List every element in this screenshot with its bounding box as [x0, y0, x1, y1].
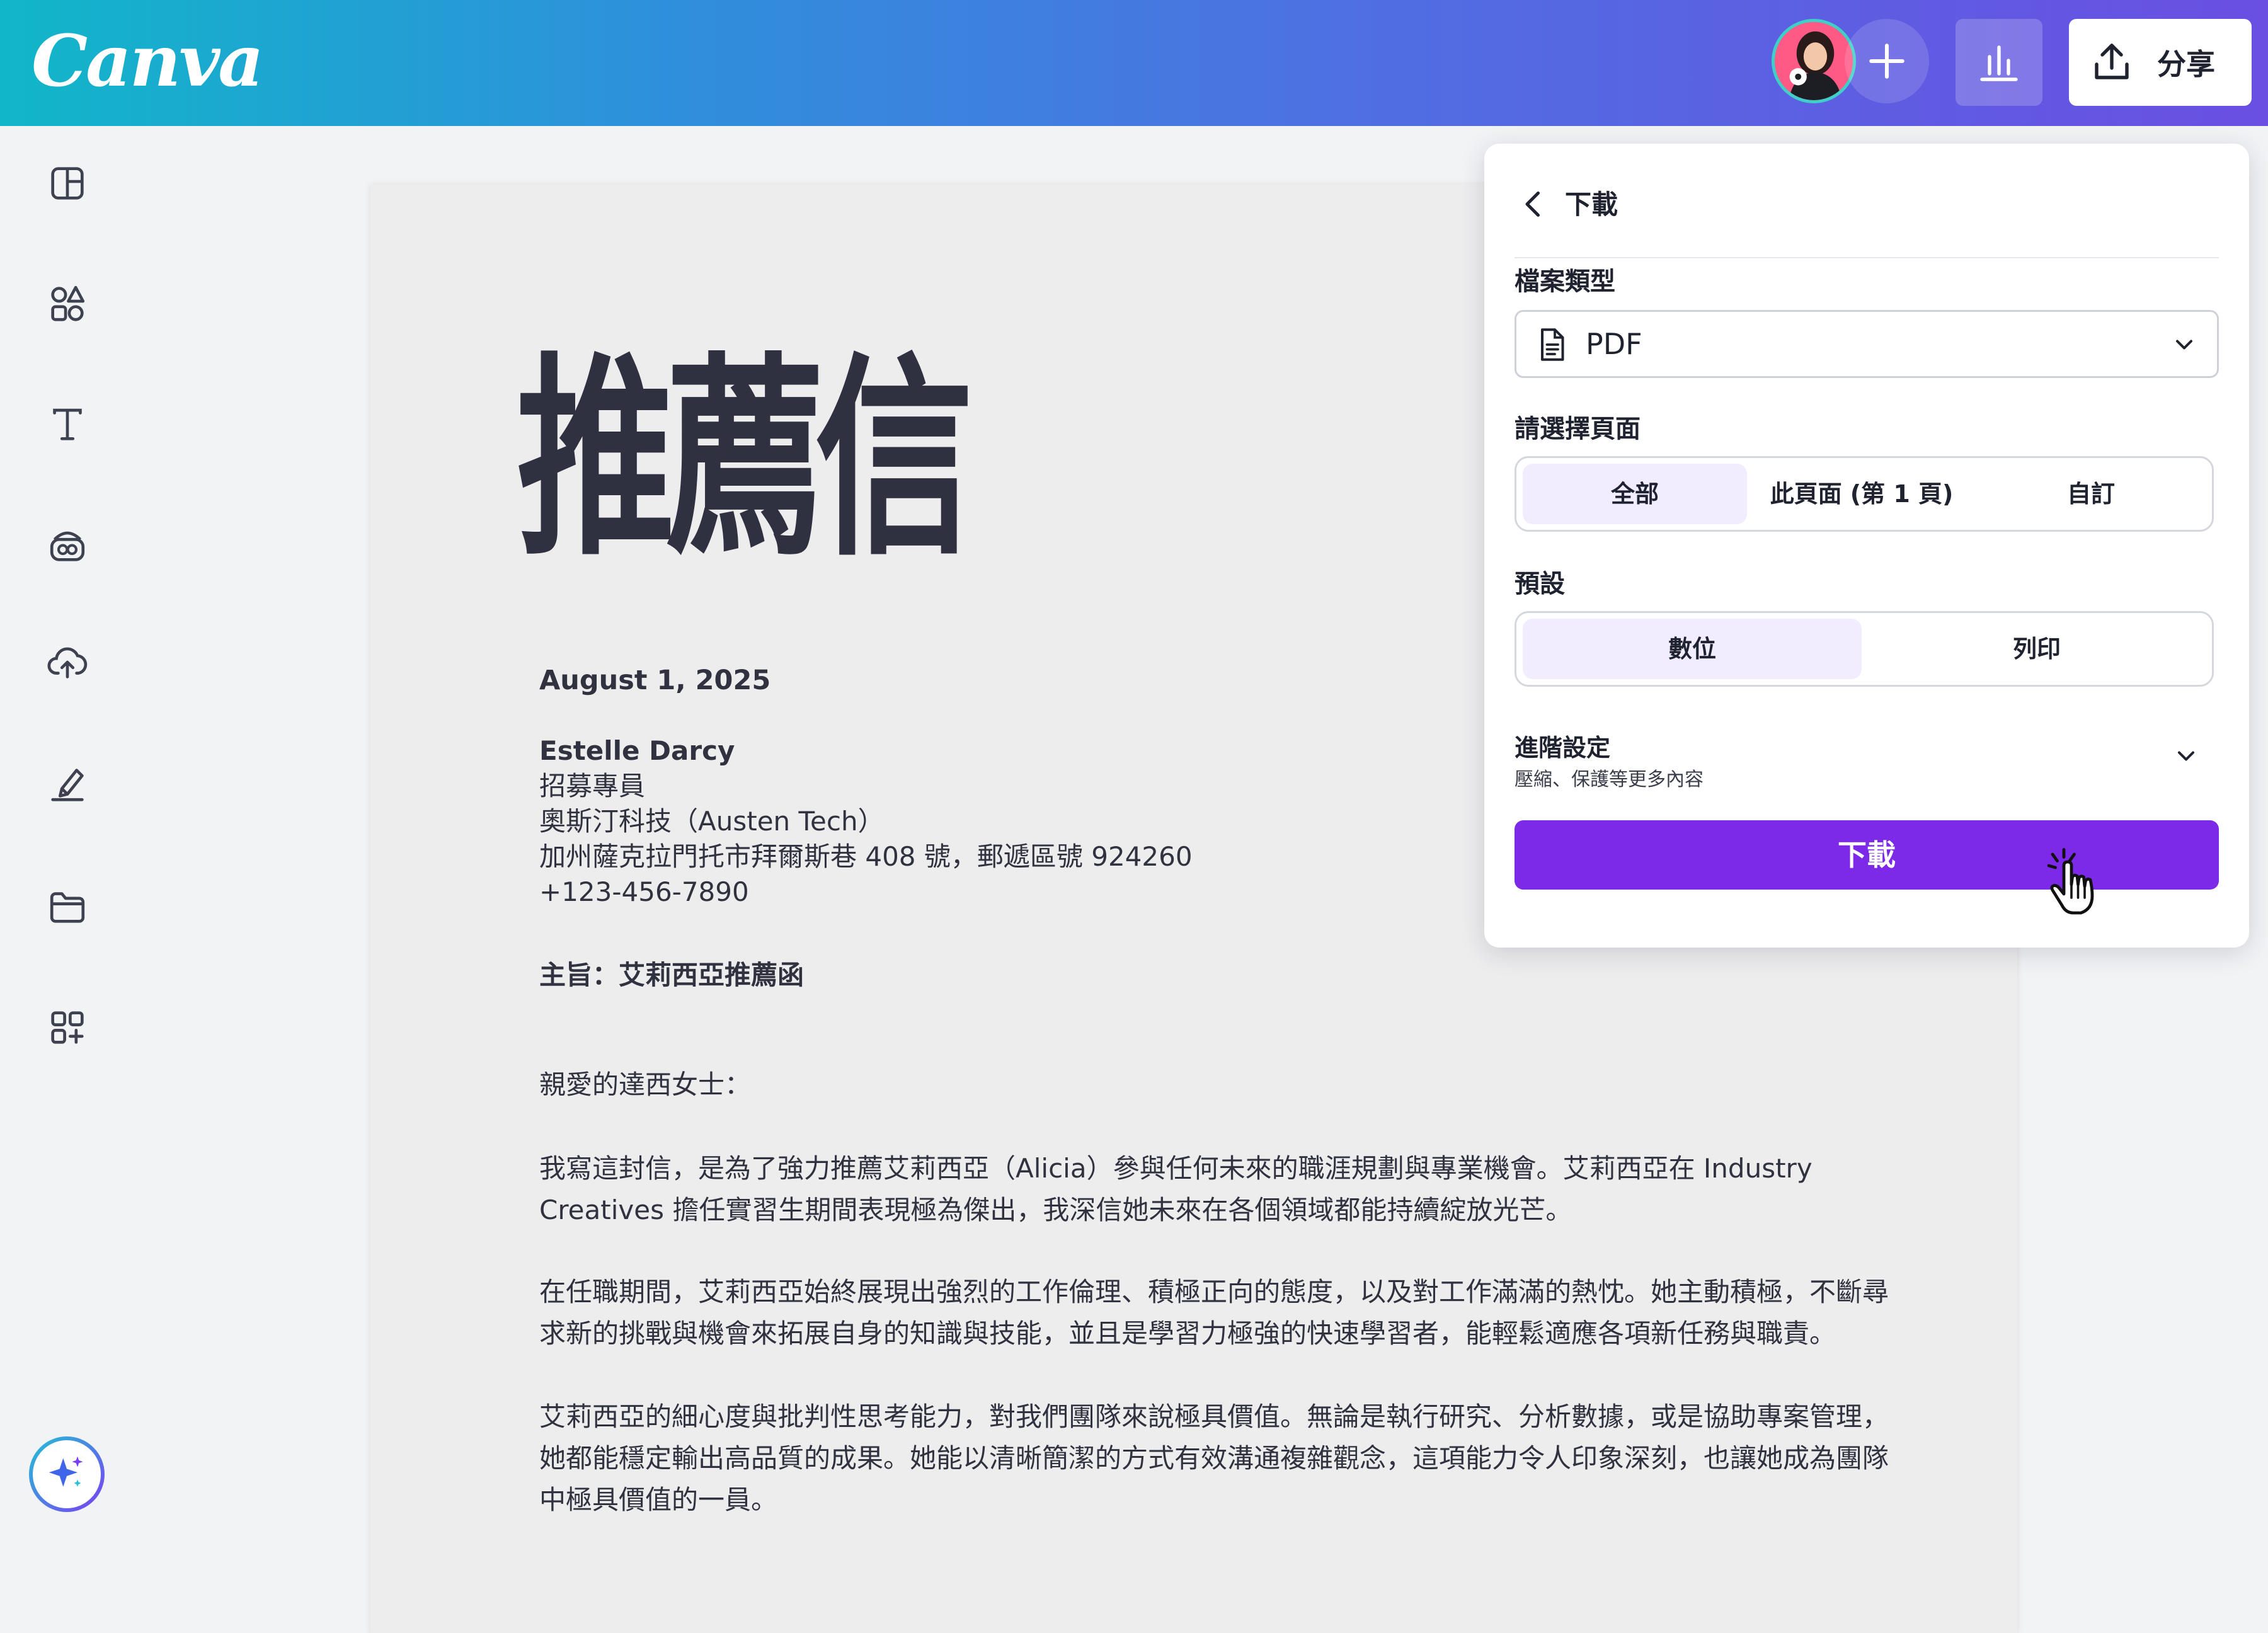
sidebar-item-elements[interactable] — [45, 281, 89, 325]
layout-icon — [51, 167, 84, 200]
cloud-upload-icon — [47, 647, 88, 679]
chevron-down-icon — [2177, 751, 2195, 761]
recipient-phone: +123-456-7890 — [539, 876, 749, 907]
letter-paragraph-2[interactable]: 在任職期間，艾莉西亞始終展現出強烈的工作倫理、積極正向的態度，以及對工作滿滿的熱… — [539, 1271, 1913, 1355]
magic-button-inner — [33, 1440, 101, 1508]
advanced-settings-title: 進階設定 — [1515, 734, 1611, 762]
sidebar-item-projects[interactable] — [45, 885, 89, 929]
insights-button[interactable] — [1956, 19, 2042, 106]
letter-paragraph-1[interactable]: 我寫這封信，是為了強力推薦艾莉西亞（Alicia）參與任何未來的職涯規劃與專業機… — [539, 1148, 1913, 1231]
sidebar-item-uploads[interactable] — [45, 640, 89, 684]
recipient-role: 招募專員 — [539, 771, 646, 801]
pages-option-custom[interactable]: 自訂 — [1976, 464, 2206, 524]
sidebar-item-draw[interactable] — [45, 761, 89, 805]
file-type-value: PDF — [1586, 327, 1642, 361]
file-type-label: 檔案類型 — [1515, 267, 1615, 296]
file-type-select[interactable]: PDF — [1515, 310, 2219, 378]
pages-label: 請選擇頁面 — [1515, 415, 1641, 444]
sidebar-item-brand[interactable] — [45, 523, 89, 567]
panel-header: 下載 — [1515, 175, 2219, 258]
apps-icon — [51, 1011, 84, 1044]
pages-option-all[interactable]: 全部 — [1523, 464, 1747, 524]
brand-kit-icon — [50, 531, 85, 561]
magic-assistant-button[interactable] — [29, 1436, 105, 1512]
sidebar-item-apps[interactable] — [45, 1006, 89, 1050]
advanced-settings-toggle[interactable]: 進階設定 壓縮、保護等更多內容 — [1515, 728, 2219, 798]
letter-date[interactable]: August 1, 2025 — [539, 663, 770, 698]
chevron-down-icon — [2175, 340, 2193, 350]
draw-icon — [51, 769, 84, 801]
top-bar: Canva 分享 — [0, 0, 2268, 126]
document-icon — [1541, 328, 1564, 361]
preset-segmented-control: 數位 列印 — [1515, 611, 2214, 687]
user-avatar[interactable] — [1772, 19, 1856, 103]
canva-logo[interactable]: Canva — [32, 18, 264, 106]
recipient-name: Estelle Darcy — [539, 735, 735, 766]
preset-option-digital[interactable]: 數位 — [1523, 619, 1862, 679]
text-icon — [53, 408, 82, 440]
share-button[interactable]: 分享 — [2069, 19, 2252, 106]
preset-option-print[interactable]: 列印 — [1868, 619, 2206, 679]
hand-pointer-cursor-icon — [2047, 848, 2094, 915]
sidebar-item-text[interactable] — [45, 402, 89, 446]
magic-sparkle-icon — [49, 1456, 83, 1487]
letter-subject[interactable]: 主旨：艾莉西亞推薦函 — [539, 958, 804, 993]
sidebar-item-design[interactable] — [45, 161, 89, 205]
panel-title: 下載 — [1565, 189, 1618, 220]
share-label: 分享 — [2157, 47, 2215, 81]
pages-segmented-control: 全部 此頁面 (第 1 頁) 自訂 — [1515, 456, 2214, 532]
download-panel: 下載 檔案類型 PDF 請選擇頁面 全部 此頁面 (第 1 頁) 自訂 預設 數… — [1484, 144, 2249, 948]
letter-greeting[interactable]: 親愛的達西女士： — [539, 1067, 751, 1103]
folder-icon — [50, 892, 85, 923]
bar-chart-icon — [1980, 45, 2018, 81]
shapes-icon — [51, 285, 85, 321]
back-arrow-icon[interactable] — [1515, 185, 1552, 223]
letter-title[interactable]: 推薦信 — [517, 340, 973, 580]
pages-option-current[interactable]: 此頁面 (第 1 頁) — [1747, 464, 1976, 524]
recipient-company: 奧斯汀科技（Austen Tech） — [539, 806, 885, 837]
letter-paragraph-3[interactable]: 艾莉西亞的細心度與批判性思考能力，對我們團隊來說極具價值。無論是執行研究、分析數… — [539, 1396, 1913, 1521]
advanced-settings-subtitle: 壓縮、保護等更多內容 — [1515, 769, 1704, 791]
plus-icon — [1869, 43, 1904, 79]
preset-label: 預設 — [1515, 570, 1565, 599]
recipient-block[interactable]: Estelle Darcy 招募專員 奧斯汀科技（Austen Tech） 加州… — [539, 733, 1193, 910]
avatar-image — [1775, 22, 1853, 100]
upload-icon — [2095, 43, 2129, 79]
add-collaborator-button[interactable] — [1845, 19, 1929, 103]
recipient-address: 加州薩克拉門托市拜爾斯巷 408 號，郵遞區號 924260 — [539, 841, 1193, 872]
